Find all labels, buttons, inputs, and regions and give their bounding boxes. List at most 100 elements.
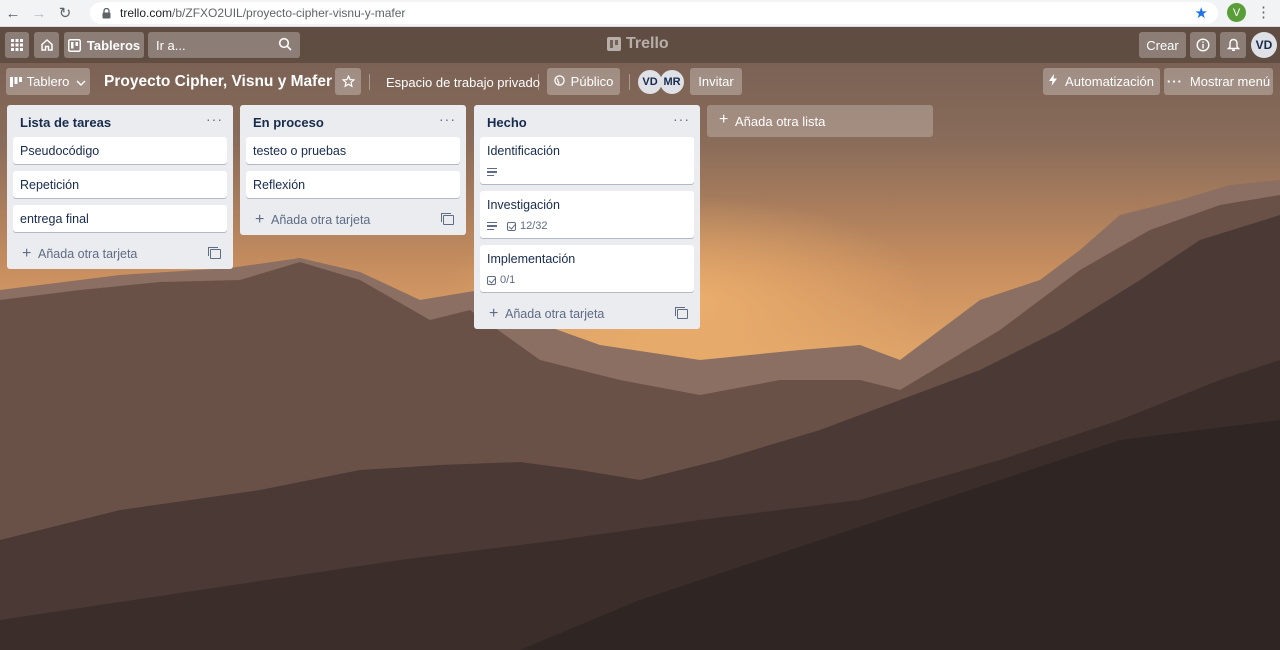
plus-icon: + <box>719 111 729 128</box>
card-title: Identificación <box>487 144 560 158</box>
show-menu-button[interactable]: ··· Mostrar menú <box>1164 68 1273 95</box>
member-avatar[interactable]: VD <box>638 70 662 94</box>
board-header: Tablero Proyecto Cipher, Visnu y Mafer E… <box>0 63 1280 101</box>
checklist-badge: 0/1 <box>487 274 515 286</box>
add-card-button[interactable]: + Añada otra tarjeta <box>7 239 233 269</box>
plus-icon: + <box>489 305 499 322</box>
card-title: Investigación <box>487 198 560 212</box>
more-dots-icon: ··· <box>1166 74 1183 89</box>
add-card-label: Añada otra tarjeta <box>38 247 138 261</box>
list-header[interactable]: Hecho ··· <box>474 105 700 137</box>
automation-button[interactable]: Automatización <box>1043 68 1160 95</box>
divider <box>538 74 539 90</box>
list[interactable]: En proceso ··· testeo o pruebas Reflexió… <box>240 105 466 235</box>
app-header: Tableros Trello Crear VD <box>0 27 1280 63</box>
card[interactable]: Implementación 0/1 <box>480 245 694 292</box>
trello-logo[interactable]: Trello <box>607 35 669 53</box>
list-header[interactable]: Lista de tareas ··· <box>7 105 233 137</box>
card[interactable]: Repetición <box>13 171 227 198</box>
forward-arrow-icon[interactable]: → <box>26 0 52 26</box>
add-card-button[interactable]: + Añada otra tarjeta <box>474 299 700 329</box>
invite-button[interactable]: Invitar <box>690 68 742 95</box>
create-button[interactable]: Crear <box>1139 32 1186 58</box>
card[interactable]: Reflexión <box>246 171 460 198</box>
board-title[interactable]: Proyecto Cipher, Visnu y Mafer <box>104 73 332 91</box>
browser-profile-avatar[interactable]: V <box>1227 3 1246 22</box>
checklist-icon <box>487 275 496 285</box>
browser-toolbar: ← → ↻ trello.com/b/ZFXO2UIL/proyecto-cip… <box>0 0 1280 27</box>
card-badges: 12/32 <box>487 219 687 233</box>
card[interactable]: testeo o pruebas <box>246 137 460 164</box>
member-avatar[interactable]: MR <box>660 70 684 94</box>
card[interactable]: Investigación 12/32 <box>480 191 694 238</box>
description-icon <box>487 220 497 233</box>
bookmark-star-icon[interactable]: ★ <box>1195 4 1208 22</box>
add-card-label: Añada otra tarjeta <box>505 307 605 321</box>
card-title: Repetición <box>20 178 80 192</box>
reload-icon[interactable]: ↻ <box>52 0 78 26</box>
card-title: testeo o pruebas <box>253 144 347 158</box>
board-view-switcher[interactable]: Tablero <box>6 68 90 95</box>
card-title: Pseudocódigo <box>20 144 100 158</box>
add-card-button[interactable]: + Añada otra tarjeta <box>240 205 466 235</box>
user-avatar[interactable]: VD <box>1251 32 1277 58</box>
card-title: Implementación <box>487 252 576 266</box>
description-icon <box>487 166 497 179</box>
card-badges: 0/1 <box>487 273 687 287</box>
description-badge <box>487 220 497 233</box>
workspace-button[interactable]: Espacio de trabajo privado <box>386 75 540 90</box>
plus-icon: + <box>22 245 32 262</box>
back-arrow-icon[interactable]: ← <box>0 0 26 26</box>
lock-icon <box>100 7 112 19</box>
list[interactable]: Hecho ··· Identificación Investigación 1… <box>474 105 700 329</box>
board-view-icon <box>9 76 22 87</box>
search-box[interactable] <box>148 32 300 58</box>
checklist-icon <box>507 221 516 231</box>
show-menu-label: Mostrar menú <box>1189 74 1271 89</box>
boards-button[interactable]: Tableros <box>64 32 144 58</box>
add-list-button[interactable]: + Añada otra lista <box>707 105 933 137</box>
card[interactable]: Identificación <box>480 137 694 184</box>
checklist-count: 0/1 <box>500 274 516 286</box>
automation-label: Automatización <box>1065 74 1154 89</box>
info-icon[interactable] <box>1190 32 1216 58</box>
boards-label: Tableros <box>86 37 141 53</box>
chevron-down-icon <box>76 74 86 89</box>
visibility-button[interactable]: Público <box>547 68 620 95</box>
checklist-count: 12/32 <box>520 220 548 232</box>
plus-icon: + <box>255 211 265 228</box>
visibility-label: Público <box>570 74 614 89</box>
card-badges <box>487 165 687 179</box>
card-template-icon[interactable] <box>208 247 221 259</box>
divider <box>369 74 370 90</box>
card-template-icon[interactable] <box>441 213 454 225</box>
url-host: trello.com <box>120 6 173 20</box>
list[interactable]: Lista de tareas ··· Pseudocódigo Repetic… <box>7 105 233 269</box>
list-menu-icon[interactable]: ··· <box>439 111 456 127</box>
divider <box>629 74 630 90</box>
card-template-icon[interactable] <box>675 307 688 319</box>
home-icon[interactable] <box>34 32 59 58</box>
checklist-badge: 12/32 <box>507 220 548 232</box>
add-card-label: Añada otra tarjeta <box>271 213 371 227</box>
card[interactable]: Pseudocódigo <box>13 137 227 164</box>
list-menu-icon[interactable]: ··· <box>206 111 223 127</box>
boards-icon <box>67 38 81 52</box>
list-title[interactable]: Hecho <box>487 115 527 130</box>
browser-menu-icon[interactable]: ⋮ <box>1256 3 1271 21</box>
add-list-label: Añada otra lista <box>735 114 826 129</box>
apps-grid-icon[interactable] <box>5 32 29 58</box>
logo-text: Trello <box>626 35 669 52</box>
card[interactable]: entrega final <box>13 205 227 232</box>
url-text: trello.com/b/ZFXO2UIL/proyecto-cipher-vi… <box>120 6 405 20</box>
list-menu-icon[interactable]: ··· <box>673 111 690 127</box>
list-title[interactable]: Lista de tareas <box>20 115 111 130</box>
address-bar[interactable]: trello.com/b/ZFXO2UIL/proyecto-cipher-vi… <box>90 2 1218 24</box>
notifications-bell-icon[interactable] <box>1220 32 1246 58</box>
list-title[interactable]: En proceso <box>253 115 324 130</box>
list-header[interactable]: En proceso ··· <box>240 105 466 137</box>
star-board-icon[interactable] <box>335 68 361 95</box>
globe-icon <box>553 74 565 89</box>
search-input[interactable] <box>154 36 278 54</box>
search-icon[interactable] <box>278 37 292 54</box>
